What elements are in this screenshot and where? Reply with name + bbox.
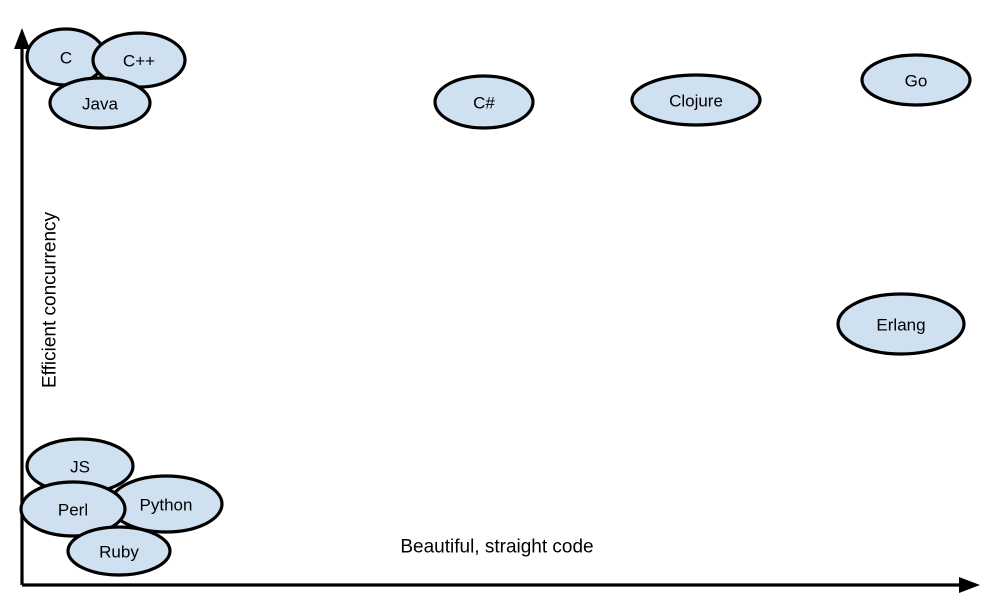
data-point-label: C [60, 49, 72, 68]
data-point-label: Ruby [99, 543, 139, 562]
data-point-clojure[interactable]: Clojure [630, 73, 762, 127]
data-point-erlang[interactable]: Erlang [836, 292, 966, 356]
data-point-label: C++ [123, 52, 155, 71]
data-point-label: Java [82, 95, 118, 114]
arrow-up-icon [14, 28, 30, 49]
data-point-c[interactable]: C# [433, 74, 535, 130]
chart-canvas: C C++ Java C# Clojure Go Erlang JS Python Perl Rub… [0, 0, 994, 603]
data-point-python[interactable]: Python [108, 474, 224, 534]
arrow-right-icon [959, 577, 980, 593]
data-point-go[interactable]: Go [860, 53, 972, 107]
data-point-label: C# [473, 94, 495, 113]
data-point-ruby[interactable]: Ruby [66, 525, 172, 577]
data-point-group: C C++ Java C# Clojure Go Erlang JS Python Perl Rub… [19, 27, 972, 577]
language-positioning-scatter-plot: C C++ Java C# Clojure Go Erlang JS Python Perl Rub… [14, 27, 980, 593]
y-axis-label: Efficient concurrency [40, 211, 61, 388]
data-point-java[interactable]: Java [48, 76, 152, 130]
data-point-label: Go [905, 72, 928, 91]
data-point-label: Python [140, 496, 193, 515]
x-axis-label: Beautiful, straight code [400, 537, 593, 558]
data-point-label: JS [70, 458, 90, 477]
data-point-label: Erlang [876, 316, 925, 335]
data-point-label: Perl [58, 501, 88, 520]
data-point-label: Clojure [669, 92, 723, 111]
